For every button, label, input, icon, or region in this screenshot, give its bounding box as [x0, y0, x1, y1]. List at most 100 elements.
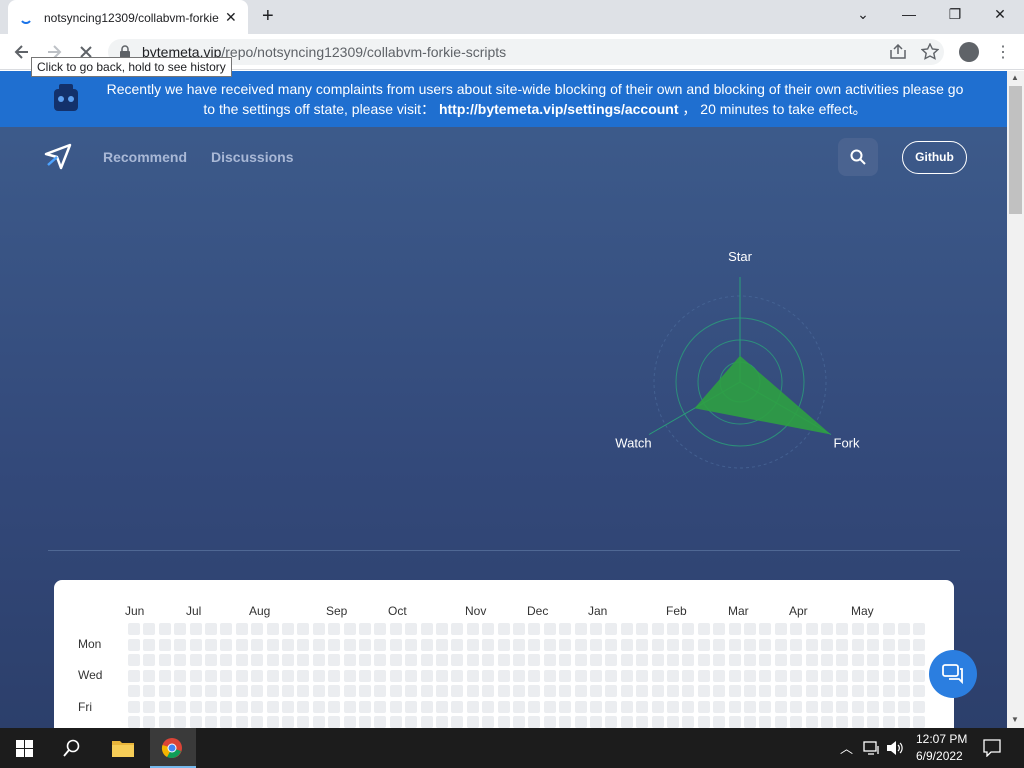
contribution-cell[interactable] [836, 623, 849, 635]
contribution-cell[interactable] [451, 700, 464, 713]
contribution-cell[interactable] [605, 654, 618, 666]
contribution-cell[interactable] [574, 669, 587, 682]
contribution-cell[interactable] [282, 638, 294, 651]
contribution-cell[interactable] [205, 623, 217, 635]
contribution-cell[interactable] [266, 638, 279, 651]
contribution-cell[interactable] [821, 638, 833, 651]
contribution-cell[interactable] [790, 669, 803, 682]
contribution-cell[interactable] [143, 638, 156, 651]
contribution-cell[interactable] [821, 700, 833, 713]
contribution-cell[interactable] [513, 623, 525, 635]
contribution-cell[interactable] [728, 716, 741, 728]
contribution-cell[interactable] [821, 669, 833, 682]
contribution-cell[interactable] [882, 623, 895, 635]
tab-search-icon[interactable]: ⌄ [848, 6, 878, 23]
contribution-cell[interactable] [466, 638, 479, 651]
contribution-cell[interactable] [590, 623, 602, 635]
contribution-cell[interactable] [374, 623, 387, 635]
scroll-down-icon[interactable]: ▼ [1011, 715, 1019, 724]
contribution-cell[interactable] [251, 654, 264, 666]
contribution-cell[interactable] [528, 700, 541, 713]
contribution-cell[interactable] [559, 669, 572, 682]
contribution-cell[interactable] [343, 716, 356, 728]
contribution-cell[interactable] [682, 716, 695, 728]
contribution-cell[interactable] [851, 623, 864, 635]
contribution-cell[interactable] [620, 638, 633, 651]
contribution-cell[interactable] [143, 716, 156, 728]
contribution-cell[interactable] [805, 669, 818, 682]
contribution-cell[interactable] [651, 638, 664, 651]
contribution-cell[interactable] [235, 685, 248, 697]
contribution-cell[interactable] [682, 685, 695, 697]
contribution-cell[interactable] [543, 623, 556, 635]
contribution-cell[interactable] [913, 669, 926, 682]
contribution-cell[interactable] [374, 654, 387, 666]
contribution-cell[interactable] [805, 716, 818, 728]
contribution-cell[interactable] [297, 716, 310, 728]
contribution-cell[interactable] [559, 716, 572, 728]
contribution-cell[interactable] [744, 669, 756, 682]
contribution-cell[interactable] [174, 716, 187, 728]
contribution-cell[interactable] [821, 685, 833, 697]
contribution-cell[interactable] [882, 716, 895, 728]
contribution-cell[interactable] [451, 669, 464, 682]
contribution-cell[interactable] [497, 716, 510, 728]
contribution-cell[interactable] [466, 685, 479, 697]
contribution-cell[interactable] [436, 638, 448, 651]
contribution-cell[interactable] [482, 685, 495, 697]
contribution-cell[interactable] [513, 669, 525, 682]
contribution-cell[interactable] [528, 638, 541, 651]
contribution-cell[interactable] [420, 638, 433, 651]
contribution-cell[interactable] [482, 638, 495, 651]
contribution-cell[interactable] [713, 654, 726, 666]
contribution-cell[interactable] [651, 685, 664, 697]
contribution-cell[interactable] [620, 669, 633, 682]
contribution-cell[interactable] [636, 716, 649, 728]
contribution-cell[interactable] [374, 685, 387, 697]
nav-recommend[interactable]: Recommend [103, 149, 187, 165]
contribution-cell[interactable] [497, 623, 510, 635]
contribution-cell[interactable] [266, 700, 279, 713]
contribution-cell[interactable] [312, 716, 325, 728]
scroll-up-icon[interactable]: ▲ [1011, 73, 1019, 82]
contribution-cell[interactable] [651, 716, 664, 728]
contribution-cell[interactable] [389, 654, 402, 666]
contribution-cell[interactable] [898, 623, 910, 635]
contribution-cell[interactable] [451, 638, 464, 651]
contribution-cell[interactable] [790, 716, 803, 728]
contribution-cell[interactable] [667, 654, 679, 666]
contribution-cell[interactable] [605, 700, 618, 713]
contribution-cell[interactable] [359, 685, 371, 697]
contribution-cell[interactable] [359, 716, 371, 728]
contribution-cell[interactable] [697, 623, 710, 635]
contribution-cell[interactable] [574, 638, 587, 651]
contribution-cell[interactable] [158, 623, 171, 635]
contribution-cell[interactable] [574, 623, 587, 635]
contribution-cell[interactable] [374, 669, 387, 682]
contribution-cell[interactable] [759, 654, 772, 666]
contribution-cell[interactable] [497, 685, 510, 697]
contribution-cell[interactable] [389, 685, 402, 697]
search-button[interactable] [838, 138, 878, 176]
contribution-cell[interactable] [128, 654, 140, 666]
contribution-cell[interactable] [913, 623, 926, 635]
contribution-cell[interactable] [898, 654, 910, 666]
contribution-cell[interactable] [359, 669, 371, 682]
contribution-cell[interactable] [774, 638, 787, 651]
contribution-cell[interactable] [559, 685, 572, 697]
contribution-cell[interactable] [528, 654, 541, 666]
contribution-cell[interactable] [774, 623, 787, 635]
contribution-cell[interactable] [451, 685, 464, 697]
contribution-cell[interactable] [636, 685, 649, 697]
contribution-cell[interactable] [282, 716, 294, 728]
contribution-cell[interactable] [174, 685, 187, 697]
contribution-cell[interactable] [728, 685, 741, 697]
contribution-cell[interactable] [636, 700, 649, 713]
contribution-cell[interactable] [851, 716, 864, 728]
contribution-cell[interactable] [882, 638, 895, 651]
contribution-cell[interactable] [282, 669, 294, 682]
contribution-cell[interactable] [143, 700, 156, 713]
contribution-cell[interactable] [851, 638, 864, 651]
contribution-cell[interactable] [343, 700, 356, 713]
contribution-cell[interactable] [836, 716, 849, 728]
